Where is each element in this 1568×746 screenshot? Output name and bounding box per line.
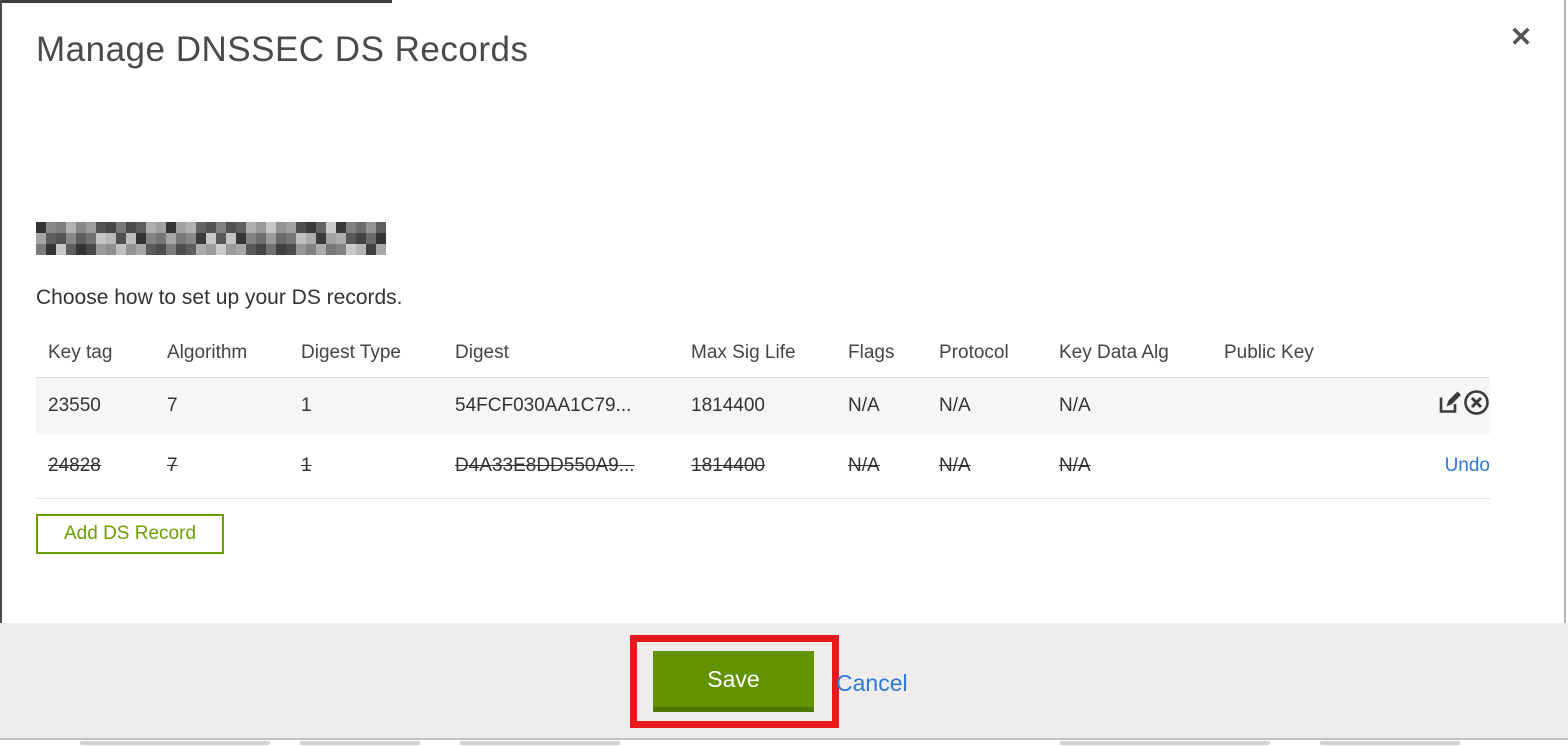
background-page-remnant [80, 741, 270, 745]
red-highlight-annotation: Save [630, 635, 839, 728]
dialog-footer: Save Cancel [0, 623, 1568, 739]
redacted-domain-name [36, 222, 386, 255]
cell-flags: N/A [836, 376, 927, 434]
cell-public-key [1212, 434, 1382, 499]
col-flags: Flags [848, 342, 895, 364]
cell-digest: 54FCF030AA1C79... [443, 376, 679, 434]
undo-link[interactable]: Undo [1445, 455, 1490, 476]
col-algorithm: Algorithm [167, 342, 248, 364]
col-max-sig-life: Max Sig Life [691, 342, 796, 364]
table-row: 23550 7 1 54FCF030AA1C79... 1814400 N/A … [36, 376, 1490, 434]
manage-dnssec-dialog: Manage DNSSEC DS Records ✕ Choose how to… [0, 0, 1568, 746]
background-page-remnant [460, 741, 620, 745]
col-protocol: Protocol [939, 342, 1009, 364]
cell-key-tag: 24828 [36, 434, 155, 499]
close-icon[interactable]: ✕ [1504, 20, 1538, 54]
background-page-remnant [300, 741, 420, 745]
cancel-link[interactable]: Cancel [836, 670, 908, 697]
cell-max-sig-life: 1814400 [679, 376, 836, 434]
cell-digest: D4A33E8DD550A9... [443, 434, 679, 499]
cell-key-data-alg: N/A [1047, 376, 1212, 434]
cell-algorithm: 7 [155, 434, 289, 499]
row-actions: Undo [1382, 434, 1490, 499]
col-digest-type: Digest Type [301, 342, 401, 364]
col-actions [1382, 330, 1490, 377]
save-button[interactable]: Save [653, 651, 814, 712]
background-page-remnant [1320, 741, 1460, 745]
edit-icon[interactable] [1436, 389, 1463, 422]
cell-public-key [1212, 376, 1382, 434]
row-actions [1382, 376, 1490, 434]
delete-icon[interactable] [1463, 389, 1490, 422]
cell-key-tag: 23550 [36, 376, 155, 434]
col-key-tag: Key tag [48, 342, 113, 364]
col-public-key: Public Key [1224, 342, 1314, 364]
table-row-deleted: 24828 7 1 D4A33E8DD550A9... 1814400 N/A … [36, 434, 1490, 499]
cell-algorithm: 7 [155, 376, 289, 434]
add-ds-record-button[interactable]: Add DS Record [36, 514, 225, 554]
cell-protocol: N/A [927, 434, 1047, 499]
cell-key-data-alg: N/A [1047, 434, 1212, 499]
window-edge-top [0, 0, 392, 3]
col-key-data-alg: Key Data Alg [1059, 342, 1169, 364]
cell-digest-type: 1 [289, 376, 443, 434]
table-header-row: Key tag Algorithm Digest Type Digest Max… [36, 330, 1490, 377]
cell-max-sig-life: 1814400 [679, 434, 836, 499]
cell-digest-type: 1 [289, 434, 443, 499]
modal-bottom-border [0, 738, 1568, 740]
background-page-remnant [1060, 741, 1270, 745]
intro-text: Choose how to set up your DS records. [36, 286, 403, 309]
page-title: Manage DNSSEC DS Records [36, 30, 529, 69]
cell-protocol: N/A [927, 376, 1047, 434]
col-digest: Digest [455, 342, 509, 364]
ds-records-table: Key tag Algorithm Digest Type Digest Max… [36, 330, 1490, 499]
cell-flags: N/A [836, 434, 927, 499]
